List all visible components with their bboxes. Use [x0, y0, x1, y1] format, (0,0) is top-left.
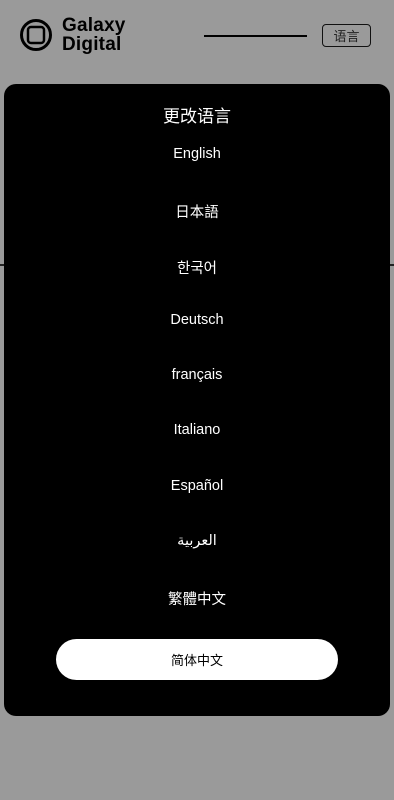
language-option-traditional-chinese[interactable]: 繁體中文 — [4, 588, 390, 643]
galaxy-logo-icon — [20, 19, 52, 51]
language-option-german[interactable]: Deutsch — [4, 312, 390, 367]
modal-title: 更改语言 — [163, 107, 231, 127]
logo-text: Galaxy Digital — [62, 16, 126, 54]
language-list: English 日本語 한국어 Deutsch français Italian… — [4, 146, 390, 644]
language-option-arabic[interactable]: العربية — [4, 533, 390, 588]
header-divider — [204, 35, 307, 37]
logo[interactable]: Galaxy Digital — [20, 16, 126, 54]
logo-text-line1: Galaxy — [62, 15, 126, 36]
language-modal: 更改语言 English 日本語 한국어 Deutsch français It… — [4, 84, 390, 716]
language-option-english[interactable]: English — [4, 146, 390, 201]
header: Galaxy Digital 语言 — [0, 0, 394, 74]
language-option-spanish[interactable]: Español — [4, 478, 390, 533]
language-option-japanese[interactable]: 日本語 — [4, 201, 390, 256]
language-option-korean[interactable]: 한국어 — [4, 257, 390, 312]
language-option-italian[interactable]: Italiano — [4, 422, 390, 477]
language-option-french[interactable]: français — [4, 367, 390, 422]
page: Galaxy Digital 语言 更改语言 English 日本語 한국어 D… — [0, 0, 394, 800]
logo-text-line2: Digital — [62, 34, 122, 55]
language-button[interactable]: 语言 — [322, 24, 371, 47]
language-option-simplified-chinese-selected[interactable]: 简体中文 — [56, 639, 338, 680]
